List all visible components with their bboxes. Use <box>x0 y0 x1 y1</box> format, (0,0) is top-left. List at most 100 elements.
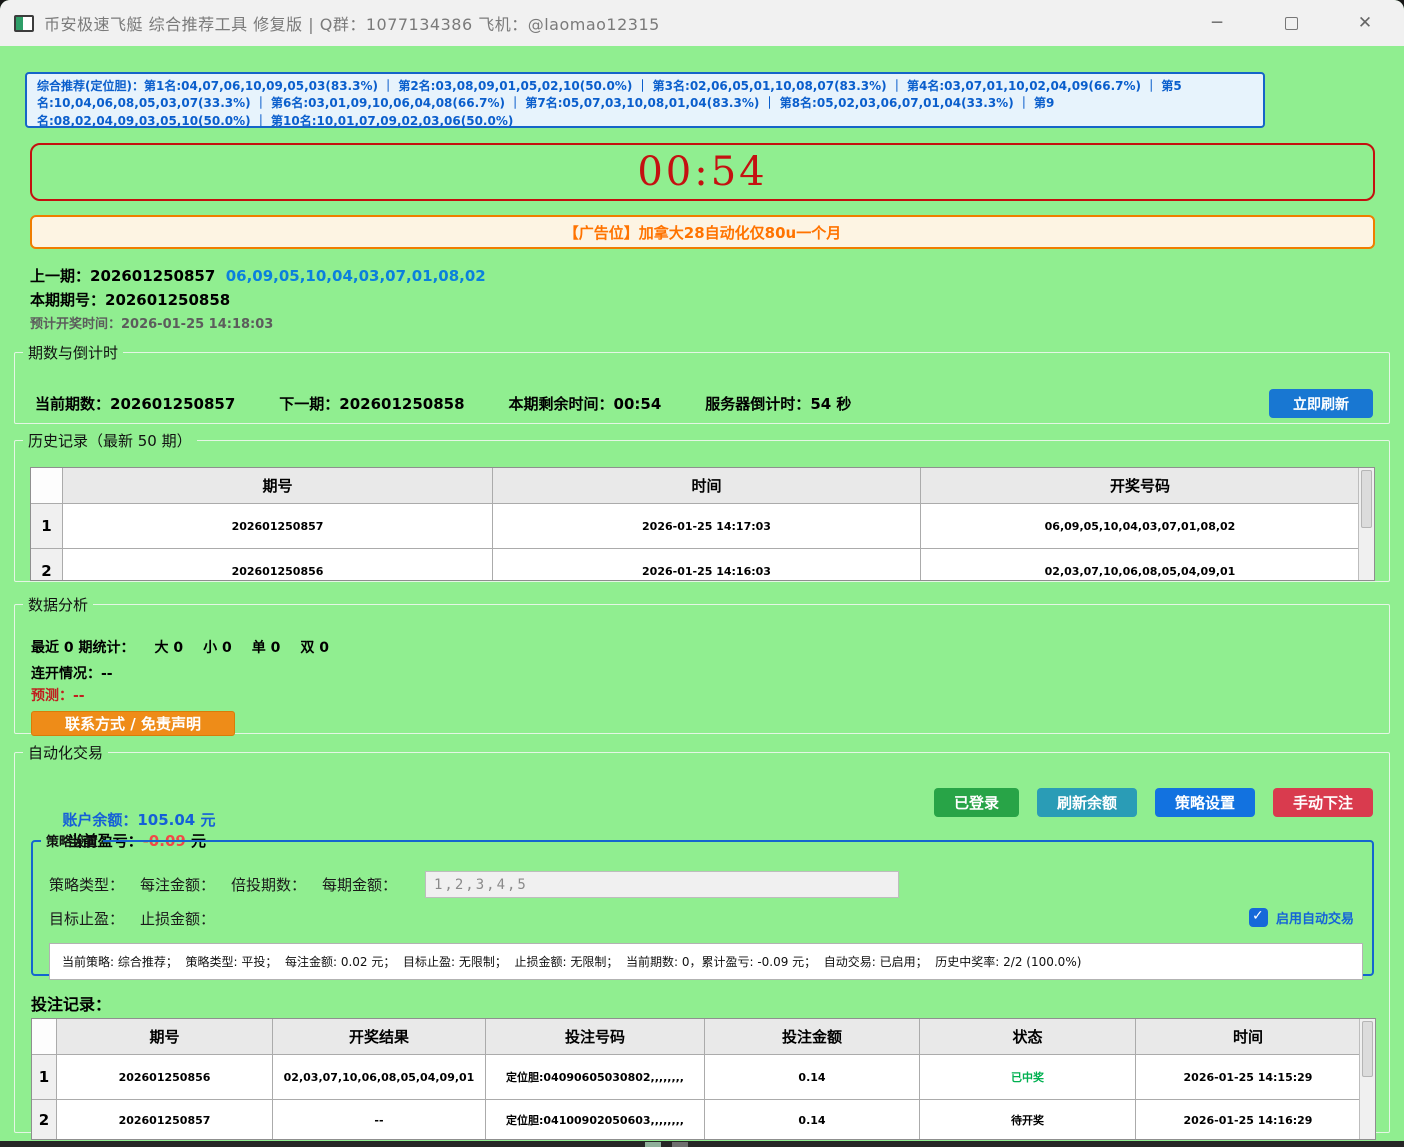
taskbar-sliver <box>0 1141 1404 1147</box>
analysis-stat-odd: 单 0 <box>252 637 281 657</box>
prev-issue-line: 上一期：202601250857 06,09,05,10,04,03,07,01… <box>30 265 486 286</box>
analysis-stat-big: 大 0 <box>155 637 184 657</box>
maximize-button[interactable] <box>1276 8 1306 38</box>
current-issue-line: 本期期号：202601250858 <box>30 289 230 310</box>
history-cell-issue: 202601250857 <box>63 504 493 549</box>
taskbar-app-icon[interactable] <box>672 1142 688 1147</box>
bets-col-time[interactable]: 时间 <box>1136 1019 1361 1055</box>
auto-trade-toggle[interactable]: 启用自动交易 <box>1249 908 1354 927</box>
refresh-balance-button[interactable]: 刷新余额 <box>1037 788 1137 817</box>
strategy-type-label: 策略类型： <box>49 874 124 895</box>
martingale-periods-label: 倍投期数： <box>231 874 306 895</box>
bet-cell-result: 02,03,07,10,06,08,05,04,09,01 <box>273 1055 486 1100</box>
bet-cell-status: 已中奖 <box>920 1055 1136 1100</box>
analysis-streak-line: 连开情况：-- <box>31 663 113 683</box>
bet-cell-numbers: 定位胆:04090605030802,,,,,,,, <box>486 1055 705 1100</box>
prev-issue-numbers: 06,09,05,10,04,03,07,01,08,02 <box>226 267 486 285</box>
strategy-panel: 策略设置 策略类型： 每注金额： 倍投期数： 每期金额： 目标止盈： 止损金额：… <box>31 831 1374 976</box>
stop-loss-label: 止损金额： <box>140 908 215 929</box>
refresh-now-button[interactable]: 立即刷新 <box>1269 389 1373 418</box>
bets-scrollbar[interactable] <box>1359 1019 1375 1139</box>
remaining-time-text: 本期剩余时间：00:54 <box>509 393 662 414</box>
close-button[interactable]: ✕ <box>1350 8 1380 38</box>
contact-disclaimer-button[interactable]: 联系方式 / 免责声明 <box>31 711 235 736</box>
analysis-stat-small: 小 0 <box>203 637 232 657</box>
bets-col-issue[interactable]: 期号 <box>57 1019 273 1055</box>
history-row[interactable]: 2 202601250856 2026-01-25 14:16:03 02,03… <box>31 549 1374 581</box>
app-window: 币安极速飞艇 综合推荐工具 修复版 | Q群：1077134386 飞机：@la… <box>0 0 1404 1141</box>
manual-bet-button[interactable]: 手动下注 <box>1273 788 1373 817</box>
analysis-prediction-line: 预测：-- <box>31 685 85 705</box>
countdown-display: 00:54 <box>637 149 767 195</box>
history-cell-numbers: 02,03,07,10,06,08,05,04,09,01 <box>921 549 1360 581</box>
group-auto-trade-title: 自动化交易 <box>23 742 108 763</box>
ad-banner: 【广告位】加拿大28自动化仅80u一个月 <box>30 215 1375 249</box>
taskbar-app-icon[interactable] <box>645 1142 661 1147</box>
next-period-text: 下一期：202601250858 <box>279 393 464 414</box>
history-cell-time: 2026-01-25 14:17:03 <box>493 504 921 549</box>
bet-cell-issue: 202601250857 <box>57 1100 273 1140</box>
prev-issue-label: 上一期： <box>30 267 90 285</box>
countdown-box: 00:54 <box>30 143 1375 201</box>
history-row[interactable]: 1 202601250857 2026-01-25 14:17:03 06,09… <box>31 504 1374 549</box>
strategy-settings-button[interactable]: 策略设置 <box>1155 788 1255 817</box>
group-auto-trade: 自动化交易 账户余额：105.04 元 当前盈亏：-0.09 元 已登录 刷新余… <box>14 742 1390 1133</box>
bets-col-numbers[interactable]: 投注号码 <box>486 1019 705 1055</box>
history-col-numbers[interactable]: 开奖号码 <box>921 468 1360 504</box>
bet-cell-result: -- <box>273 1100 486 1140</box>
current-period-text: 当前期数：202601250857 <box>35 393 235 414</box>
bet-amount-input[interactable] <box>425 871 899 898</box>
bet-row[interactable]: 2 202601250857 -- 定位胆:04100902050603,,,,… <box>32 1100 1375 1140</box>
period-countdown-row: 当前期数：202601250857 下一期：202601250858 本期剩余时… <box>35 393 851 414</box>
group-history-title: 历史记录（最新 50 期） <box>23 430 197 451</box>
bets-corner-cell <box>32 1019 57 1055</box>
history-cell-issue: 202601250856 <box>63 549 493 581</box>
bet-cell-amount: 0.14 <box>705 1100 920 1140</box>
history-row-number: 2 <box>31 549 63 581</box>
checkbox-checked-icon[interactable] <box>1249 908 1268 927</box>
bets-col-amount[interactable]: 投注金额 <box>705 1019 920 1055</box>
bet-row-number: 2 <box>32 1100 57 1140</box>
bets-table: 期号 开奖结果 投注号码 投注金额 状态 时间 1 202601250856 0… <box>31 1018 1376 1140</box>
group-analysis: 数据分析 最近 0 期统计： 大 0 小 0 单 0 双 0 连开情况：-- 预… <box>14 594 1390 734</box>
maximize-icon <box>1285 17 1298 30</box>
bet-cell-issue: 202601250856 <box>57 1055 273 1100</box>
history-table: 期号 时间 开奖号码 1 202601250857 2026-01-25 14:… <box>30 467 1375 581</box>
recommendation-banner: 综合推荐(定位胆)：第1名:04,07,06,10,09,05,03(83.3%… <box>25 72 1265 128</box>
titlebar: 币安极速飞艇 综合推荐工具 修复版 | Q群：1077134386 飞机：@la… <box>0 0 1404 46</box>
per-bet-amount-label: 每注金额： <box>140 874 215 895</box>
per-period-amount-label: 每期金额： <box>322 874 397 895</box>
bets-col-status[interactable]: 状态 <box>920 1019 1136 1055</box>
bets-col-result[interactable]: 开奖结果 <box>273 1019 486 1055</box>
group-period-countdown-title: 期数与倒计时 <box>23 342 123 363</box>
bet-cell-numbers: 定位胆:04100902050603,,,,,,,, <box>486 1100 705 1140</box>
bet-cell-time: 2026-01-25 14:15:29 <box>1136 1055 1361 1100</box>
strategy-panel-title: 策略设置 <box>41 831 103 850</box>
bet-row[interactable]: 1 202601250856 02,03,07,10,06,08,05,04,0… <box>32 1055 1375 1100</box>
analysis-stats-line: 最近 0 期统计： 大 0 小 0 单 0 双 0 <box>31 637 329 657</box>
window-controls: ─ ✕ <box>1202 8 1390 38</box>
history-cell-time: 2026-01-25 14:16:03 <box>493 549 921 581</box>
history-header-row: 期号 时间 开奖号码 <box>31 468 1374 504</box>
bet-cell-status: 待开奖 <box>920 1100 1136 1140</box>
history-col-time[interactable]: 时间 <box>493 468 921 504</box>
bet-cell-time: 2026-01-25 14:16:29 <box>1136 1100 1361 1140</box>
window-title: 币安极速飞艇 综合推荐工具 修复版 | Q群：1077134386 飞机：@la… <box>44 11 660 35</box>
history-corner-cell <box>31 468 63 504</box>
history-scrollbar[interactable] <box>1358 468 1374 580</box>
group-period-countdown: 期数与倒计时 当前期数：202601250857 下一期：20260125085… <box>14 342 1390 424</box>
minimize-button[interactable]: ─ <box>1202 8 1232 38</box>
prev-issue-value: 202601250857 <box>90 267 226 285</box>
bets-title: 投注记录： <box>31 991 111 1015</box>
group-analysis-title: 数据分析 <box>23 594 93 615</box>
strategy-status-bar: 当前策略: 综合推荐； 策略类型: 平投； 每注金额: 0.02 元； 目标止盈… <box>49 943 1363 980</box>
bets-scrollbar-thumb[interactable] <box>1362 1021 1373 1077</box>
server-countdown-text: 服务器倒计时：54 秒 <box>705 393 851 414</box>
history-col-issue[interactable]: 期号 <box>63 468 493 504</box>
balance-text: 账户余额：105.04 元 <box>62 811 215 829</box>
app-icon <box>14 15 34 32</box>
take-profit-label: 目标止盈： <box>49 908 124 929</box>
history-scrollbar-thumb[interactable] <box>1361 470 1372 528</box>
analysis-stat-even: 双 0 <box>300 637 329 657</box>
login-status-button[interactable]: 已登录 <box>934 788 1019 817</box>
